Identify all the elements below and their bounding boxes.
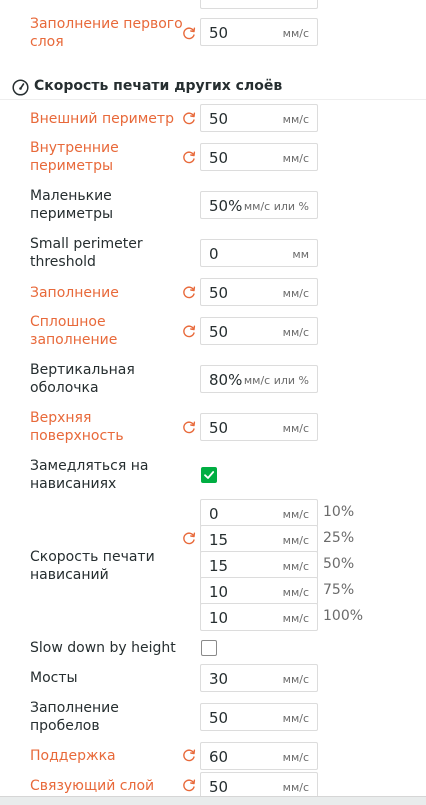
previous-field-partial[interactable]: [200, 0, 318, 9]
field-unit: мм/с: [282, 712, 309, 725]
overhang-percent-label: 25%: [323, 530, 355, 546]
slow-down-overhangs-label: Замедляться на нависаниях: [30, 458, 149, 492]
reset-icon[interactable]: [181, 530, 197, 546]
first-layer-infill-input[interactable]: 50 мм/с: [200, 18, 318, 46]
field-unit: мм/с: [282, 422, 309, 435]
overhang-speed-label: Скорость печати нависаний: [30, 549, 155, 583]
inner-wall-input[interactable]: 50 мм/с: [200, 143, 318, 171]
reset-icon[interactable]: [181, 777, 197, 793]
field-value: 50: [209, 149, 229, 167]
field-unit: мм/с: [282, 560, 309, 573]
field-value: 80%: [209, 371, 243, 389]
slow-down-by-height-label: Slow down by height: [30, 640, 176, 656]
outer-wall-input[interactable]: 50 мм/с: [200, 104, 318, 132]
slow-down-overhangs-checkbox[interactable]: [201, 467, 217, 483]
overhang-percent-label: 10%: [323, 504, 355, 520]
top-surface-input[interactable]: 50 мм/с: [200, 413, 318, 441]
field-value: 15: [209, 557, 229, 575]
vertical-shell-input[interactable]: 80% мм/с или %: [200, 365, 318, 393]
overhang-percent-label: 100%: [323, 608, 364, 624]
support-label: Поддержка: [30, 748, 116, 764]
inner-wall-label: Внутренние периметры: [30, 140, 119, 174]
field-value: 0: [209, 245, 219, 263]
speedometer-icon: [12, 79, 29, 96]
field-unit: мм/с: [282, 113, 309, 126]
section-divider: [0, 99, 426, 100]
overhang-speed-input-5[interactable]: 10 мм/с: [200, 603, 318, 631]
overhang-percent-label: 50%: [323, 556, 355, 572]
small-perimeter-threshold-label: Small perimeter threshold: [30, 236, 143, 270]
section-title: Скорость печати других слоёв: [34, 78, 283, 94]
small-perimeters-label: Маленькие периметры: [30, 188, 114, 222]
support-input[interactable]: 60 мм/с: [200, 742, 318, 770]
overhang-speed-input-3[interactable]: 15 мм/с: [200, 551, 318, 579]
field-unit: мм/с: [282, 287, 309, 300]
field-value: 60: [209, 748, 229, 766]
slow-down-by-height-checkbox[interactable]: [201, 640, 217, 656]
bridges-label: Мосты: [30, 670, 78, 686]
field-value: 50: [209, 284, 229, 302]
overhang-speed-input-2[interactable]: 15 мм/с: [200, 525, 318, 553]
field-unit: мм/с: [282, 751, 309, 764]
gap-fill-input[interactable]: 50 мм/с: [200, 703, 318, 731]
bridges-input[interactable]: 30 мм/с: [200, 664, 318, 692]
overhang-speed-input-1[interactable]: 0 мм/с: [200, 499, 318, 527]
field-unit: мм/с: [282, 612, 309, 625]
field-value: 0: [209, 505, 219, 523]
gap-fill-label: Заполнение пробелов: [30, 700, 119, 734]
field-unit: мм/с: [282, 673, 309, 686]
field-unit: мм/с: [282, 781, 309, 794]
field-unit: мм/с: [282, 326, 309, 339]
solid-infill-label: Сплошное заполнение: [30, 314, 118, 348]
reset-icon[interactable]: [181, 25, 197, 41]
field-unit: мм/с или %: [243, 200, 309, 213]
top-surface-label: Верхняя поверхность: [30, 410, 124, 444]
sparse-infill-input[interactable]: 50 мм/с: [200, 278, 318, 306]
reset-icon[interactable]: [181, 284, 197, 300]
reset-icon[interactable]: [181, 747, 197, 763]
field-value: 50: [209, 419, 229, 437]
reset-icon[interactable]: [181, 110, 197, 126]
first-layer-infill-label: Заполнение первого слоя: [30, 16, 183, 50]
field-unit: мм/с: [282, 534, 309, 547]
overhang-percent-label: 75%: [323, 582, 355, 598]
field-unit: мм: [292, 248, 309, 261]
field-unit: мм/с: [282, 152, 309, 165]
field-value: 30: [209, 670, 229, 688]
small-perimeters-input[interactable]: 50% мм/с или %: [200, 191, 318, 219]
checkmark-icon: [204, 471, 215, 479]
field-value: 50: [209, 323, 229, 341]
field-unit: мм/с: [282, 27, 309, 40]
small-perimeter-threshold-input[interactable]: 0 мм: [200, 239, 318, 267]
field-value: 10: [209, 609, 229, 627]
support-interface-label: Связующий слой: [30, 778, 155, 794]
field-value: 50: [209, 24, 229, 42]
vertical-shell-label: Вертикальная оболочка: [30, 362, 135, 396]
field-unit: мм/с: [282, 508, 309, 521]
solid-infill-input[interactable]: 50 мм/с: [200, 317, 318, 345]
reset-icon[interactable]: [181, 149, 197, 165]
field-unit: мм/с или %: [243, 374, 309, 387]
field-value: 15: [209, 531, 229, 549]
field-value: 50%: [209, 197, 243, 215]
outer-wall-label: Внешний периметр: [30, 111, 174, 127]
reset-icon[interactable]: [181, 419, 197, 435]
field-value: 50: [209, 110, 229, 128]
reset-icon[interactable]: [181, 323, 197, 339]
field-value: 10: [209, 583, 229, 601]
field-unit: мм/с: [282, 586, 309, 599]
overhang-speed-input-4[interactable]: 10 мм/с: [200, 577, 318, 605]
field-value: 50: [209, 778, 229, 796]
sparse-infill-label: Заполнение: [30, 285, 119, 301]
field-value: 50: [209, 709, 229, 727]
